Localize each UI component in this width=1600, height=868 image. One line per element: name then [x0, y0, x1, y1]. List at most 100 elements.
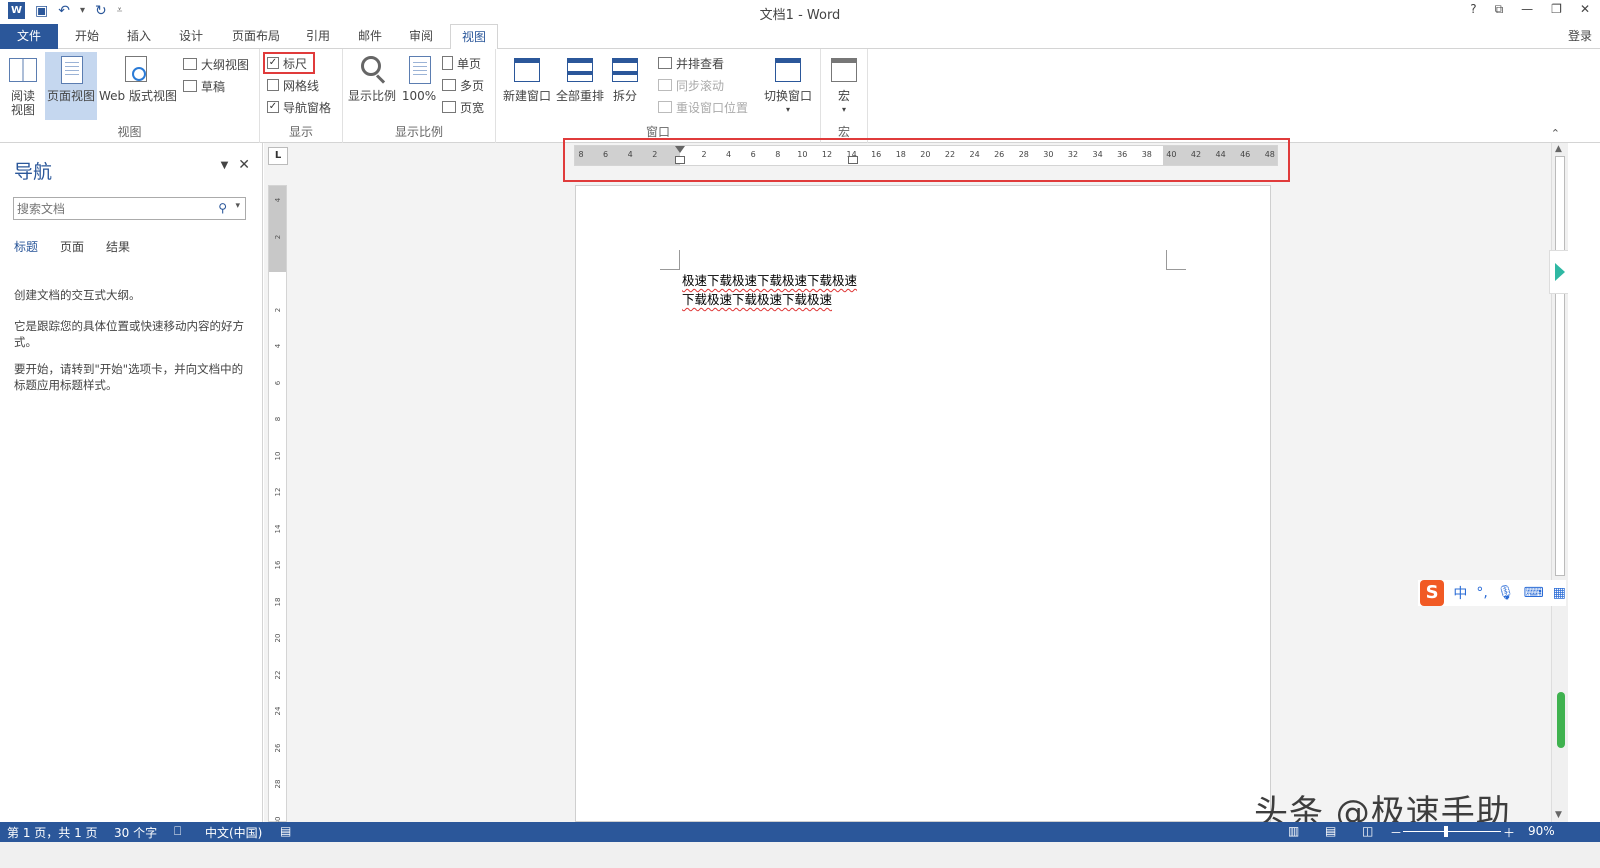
arrange-all-button[interactable]: 全部重排	[554, 54, 606, 103]
ribbon: 阅读 视图 页面视图 Web 版式视图 大纲视图 草稿 视图 ✓ 标尺 网格线	[0, 49, 1600, 143]
nav-tab-pages[interactable]: 页面	[60, 238, 106, 255]
outline-icon	[183, 58, 197, 70]
ime-keyboard-icon[interactable]: ⌨	[1524, 585, 1544, 601]
one-page-button[interactable]: 单页	[442, 53, 481, 73]
nav-tab-headings[interactable]: 标题	[14, 238, 60, 255]
zoom-slider-knob[interactable]	[1444, 826, 1448, 837]
nav-pane-tabs: 标题 页面 结果	[14, 238, 152, 255]
collapse-ribbon-icon[interactable]: ⌃	[1551, 127, 1560, 140]
zoom-button[interactable]: 显示比例	[347, 54, 397, 103]
tab-home[interactable]: 开始	[68, 24, 106, 49]
help-button[interactable]: ?	[1470, 2, 1476, 17]
side-by-side-icon	[658, 57, 672, 69]
tab-references[interactable]: 引用	[300, 24, 336, 49]
tab-mailings[interactable]: 邮件	[352, 24, 388, 49]
multi-page-label: 多页	[460, 78, 485, 93]
ime-mic-icon[interactable]: 🎙	[1497, 585, 1515, 601]
split-label: 拆分	[612, 89, 637, 103]
outline-button[interactable]: 大纲视图	[183, 54, 249, 74]
window-controls: ? ⧉ — ❐ ✕	[1470, 2, 1590, 17]
document-page[interactable]: 极速下载极速下载极速下载极速下载极速下载极速下载极速	[575, 185, 1271, 822]
print-layout-view-icon[interactable]: ▤	[1325, 824, 1336, 838]
close-button[interactable]: ✕	[1580, 2, 1590, 17]
switch-windows-button[interactable]: 切换窗口 ▾	[761, 54, 815, 117]
gridlines-checkbox[interactable]: 网格线	[267, 75, 319, 95]
nav-hint-3: 要开始，请转到"开始"选项卡，并向文档中的标题应用标题样式。	[14, 362, 244, 392]
nav-pane-close-icon[interactable]: ✕	[238, 157, 250, 173]
draft-icon	[183, 80, 197, 92]
sign-in-link[interactable]: 登录	[1568, 27, 1592, 44]
word-count[interactable]: 30 个字	[114, 824, 157, 841]
tab-review[interactable]: 审阅	[402, 24, 440, 49]
ruler-highlight-box	[263, 52, 315, 74]
nav-pane-controls: ▼ ✕	[221, 157, 250, 173]
vruler-tick-label: 24	[274, 706, 282, 716]
side-by-side-button[interactable]: 并排查看	[658, 53, 724, 73]
tab-design[interactable]: 设计	[172, 24, 210, 49]
minimize-button[interactable]: —	[1521, 2, 1533, 17]
search-icon[interactable]: ⚲	[218, 201, 227, 215]
print-layout-button[interactable]: 页面视图	[45, 52, 97, 120]
nav-pane-checkbox[interactable]: ✓ 导航窗格	[267, 97, 331, 117]
tab-selector[interactable]: L	[268, 147, 288, 165]
zoom-in-button[interactable]: ＋	[1503, 824, 1515, 841]
zoom-label: 显示比例	[347, 89, 396, 103]
vruler-tick-label: 12	[274, 487, 282, 497]
ime-grid-icon[interactable]: ▦	[1553, 585, 1566, 601]
nav-search-box: ⚲ ▾	[13, 197, 246, 220]
tab-layout[interactable]: 页面布局	[226, 24, 286, 49]
web-layout-button[interactable]: Web 版式视图	[99, 54, 177, 103]
views-group-label: 视图	[117, 125, 142, 139]
web-layout-icon	[125, 56, 147, 82]
scroll-up-icon[interactable]: ▲	[1555, 144, 1562, 154]
macros-button[interactable]: 宏 ▾	[827, 54, 861, 117]
navigation-pane: 导航 ▼ ✕ ⚲ ▾ 标题 页面 结果 创建文档的交互式大纲。 它是跟踪您的具体…	[0, 143, 263, 822]
nav-pane-options-icon[interactable]: ▼	[221, 157, 229, 173]
new-window-button[interactable]: 新建窗口	[501, 54, 553, 103]
vruler-tick-label: 22	[274, 670, 282, 679]
web-layout-view-icon[interactable]: ◫	[1362, 824, 1373, 838]
zoom-slider-track[interactable]	[1403, 831, 1501, 832]
maximize-button[interactable]: ❐	[1551, 2, 1562, 17]
read-mode-button[interactable]: 阅读 视图	[4, 54, 42, 117]
side-panel-tab-icon[interactable]	[1549, 250, 1568, 294]
language-indicator[interactable]: 中文(中国)	[205, 824, 262, 841]
zoom-out-button[interactable]: －	[1390, 824, 1402, 841]
vertical-ruler[interactable]: 4 2 2 4 6 8 10 12 14 16 18 20 22 24 26 28 30	[268, 185, 287, 825]
nav-pane-label: 导航窗格	[283, 100, 332, 115]
one-page-label: 单页	[457, 56, 482, 71]
ribbon-display-button[interactable]: ⧉	[1495, 2, 1504, 17]
page-width-icon	[442, 101, 456, 113]
document-text[interactable]: 极速下载极速下载极速下载极速下载极速下载极速下载极速	[682, 271, 862, 309]
switch-windows-icon	[775, 58, 801, 82]
search-dropdown-icon[interactable]: ▾	[235, 201, 240, 211]
ime-punct-icon[interactable]: °,	[1476, 585, 1487, 601]
nav-search-input[interactable]	[14, 198, 204, 219]
sync-scroll-label: 同步滚动	[676, 78, 725, 93]
arrange-all-icon	[567, 58, 593, 82]
zoom-100-button[interactable]: 100%	[401, 54, 437, 103]
tab-view[interactable]: 视图	[450, 24, 498, 50]
sogou-logo-icon[interactable]: S	[1420, 580, 1445, 606]
tab-insert[interactable]: 插入	[120, 24, 158, 49]
proofing-icon[interactable]: ⎕	[174, 824, 181, 839]
reset-window-position-button[interactable]: 重设窗口位置	[658, 97, 748, 117]
nav-tab-results[interactable]: 结果	[106, 238, 152, 255]
sync-scroll-button[interactable]: 同步滚动	[658, 75, 724, 95]
multi-page-button[interactable]: 多页	[442, 75, 484, 95]
page-count[interactable]: 第 1 页，共 1 页	[7, 824, 98, 841]
zoom-group-label: 显示比例	[394, 125, 443, 139]
page-width-button[interactable]: 页宽	[442, 97, 484, 117]
scroll-thumb[interactable]	[1555, 156, 1565, 576]
ime-lang-toggle[interactable]: 中	[1453, 583, 1467, 603]
scroll-down-icon[interactable]: ▼	[1555, 810, 1562, 820]
read-mode-view-icon[interactable]: ▥	[1288, 824, 1299, 838]
new-window-icon	[514, 58, 540, 82]
tab-file[interactable]: 文件	[0, 24, 58, 49]
draft-button[interactable]: 草稿	[183, 76, 225, 96]
gridlines-check-icon	[267, 79, 279, 91]
split-button[interactable]: 拆分	[609, 54, 641, 103]
macro-record-icon[interactable]: ▤	[280, 824, 291, 838]
crop-mark-top-left	[660, 250, 680, 270]
zoom-level[interactable]: 90%	[1528, 824, 1555, 838]
